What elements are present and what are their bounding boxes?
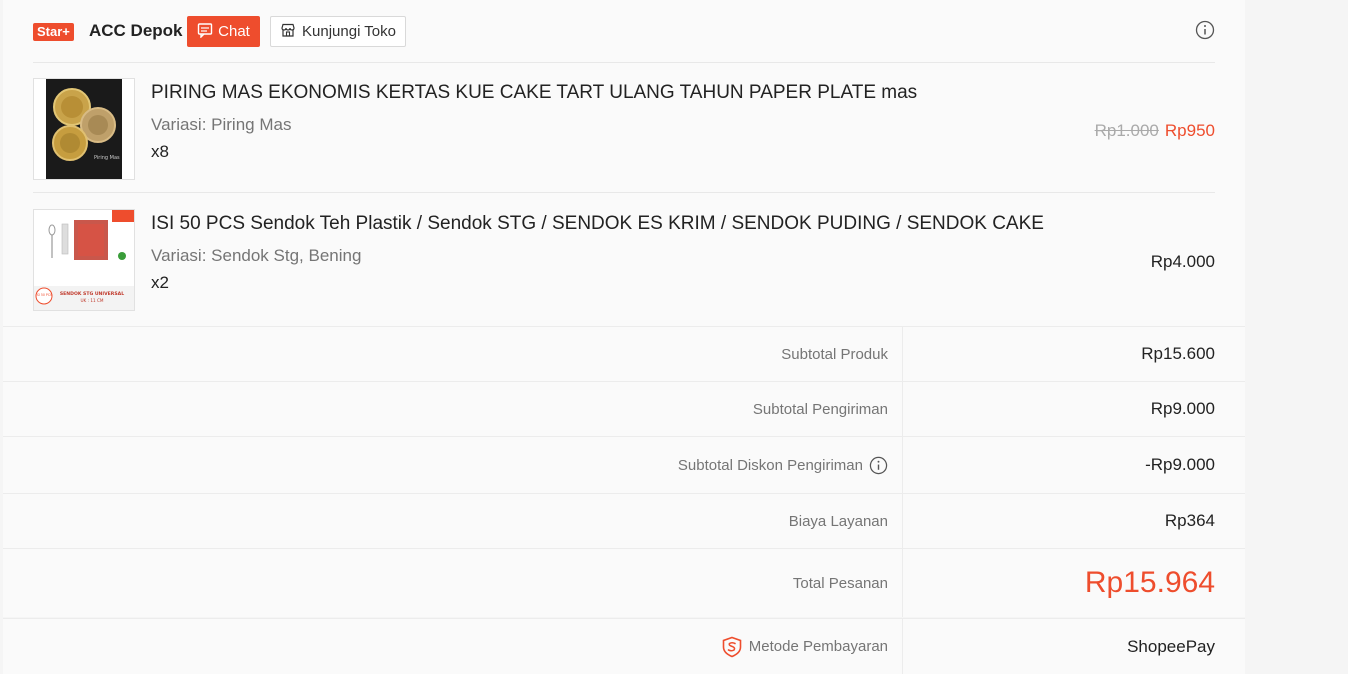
order-item[interactable]: Piring Mas PIRING MAS EKONOMIS KERTAS KU… bbox=[33, 63, 1215, 193]
summary-value: Rp15.600 bbox=[902, 327, 1245, 381]
order-summary: Subtotal Produk Rp15.600 Subtotal Pengir… bbox=[3, 326, 1245, 674]
summary-label: Total Pesanan bbox=[792, 574, 888, 592]
store-icon bbox=[280, 22, 296, 42]
summary-value: Rp9.000 bbox=[902, 382, 1245, 436]
product-variant: Variasi: Piring Mas bbox=[151, 115, 292, 134]
summary-label: Subtotal Diskon Pengiriman bbox=[677, 456, 863, 474]
product-quantity: x8 bbox=[151, 142, 169, 161]
summary-row-payment: Metode Pembayaran ShopeePay bbox=[3, 618, 1245, 674]
thumb-caption-top: ISI 50 PCS bbox=[36, 293, 52, 297]
summary-row-subtotal-pengiriman: Subtotal Pengiriman Rp9.000 bbox=[3, 381, 1245, 436]
summary-value: Rp364 bbox=[902, 494, 1245, 548]
summary-row-subtotal-produk: Subtotal Produk Rp15.600 bbox=[3, 326, 1245, 381]
summary-row-total: Total Pesanan Rp15.964 bbox=[3, 548, 1245, 617]
product-variant: Variasi: Sendok Stg, Bening bbox=[151, 246, 362, 265]
summary-label-wrap: Subtotal Diskon Pengiriman bbox=[3, 437, 902, 493]
order-total-value: Rp15.964 bbox=[902, 549, 1245, 617]
visit-shop-button[interactable]: Kunjungi Toko bbox=[270, 16, 406, 47]
info-icon[interactable] bbox=[1195, 20, 1215, 40]
product-price: Rp1.000 Rp950 bbox=[1095, 121, 1215, 141]
summary-label: Biaya Layanan bbox=[788, 512, 888, 530]
product-title[interactable]: ISI 50 PCS Sendok Teh Plastik / Sendok S… bbox=[151, 213, 1044, 235]
payment-method-value: ShopeePay bbox=[902, 619, 1245, 674]
summary-row-diskon-pengiriman: Subtotal Diskon Pengiriman -Rp9.000 bbox=[3, 436, 1245, 493]
summary-row-biaya-layanan: Biaya Layanan Rp364 bbox=[3, 493, 1245, 548]
product-quantity: x2 bbox=[151, 273, 169, 292]
summary-label: Subtotal Pengiriman bbox=[752, 400, 888, 418]
shop-header: Star+ ACC Depok Chat Kunjungi Toko bbox=[33, 15, 1215, 63]
chat-button[interactable]: Chat bbox=[187, 16, 260, 47]
original-price: Rp1.000 bbox=[1094, 121, 1159, 140]
info-icon[interactable] bbox=[869, 456, 888, 475]
order-item[interactable]: ISI 50 PCS SENDOK STG UNIVERSAL UK : 11 … bbox=[33, 194, 1215, 324]
summary-value: -Rp9.000 bbox=[902, 437, 1245, 493]
summary-label-wrap: Metode Pembayaran bbox=[3, 619, 902, 674]
price-value: Rp4.000 bbox=[1150, 252, 1215, 271]
shop-name[interactable]: ACC Depok bbox=[89, 21, 183, 41]
thumb-caption-sub: UK : 11 CM bbox=[80, 298, 103, 303]
summary-label: Metode Pembayaran bbox=[748, 638, 888, 655]
svg-text:Piring Mas: Piring Mas bbox=[94, 155, 120, 161]
summary-label: Subtotal Produk bbox=[781, 345, 888, 363]
product-thumbnail[interactable]: Piring Mas bbox=[33, 78, 135, 180]
star-plus-badge: Star+ bbox=[33, 23, 74, 41]
product-thumbnail[interactable]: ISI 50 PCS SENDOK STG UNIVERSAL UK : 11 … bbox=[33, 209, 135, 311]
visit-shop-label: Kunjungi Toko bbox=[302, 23, 396, 40]
discounted-price: Rp950 bbox=[1164, 121, 1215, 140]
product-title[interactable]: PIRING MAS EKONOMIS KERTAS KUE CAKE TART… bbox=[151, 82, 917, 104]
chat-icon bbox=[197, 22, 213, 42]
thumb-caption: SENDOK STG UNIVERSAL bbox=[60, 291, 124, 297]
product-price: Rp4.000 bbox=[1151, 252, 1215, 272]
shopee-shield-icon bbox=[721, 636, 743, 658]
chat-label: Chat bbox=[218, 23, 250, 40]
order-card: Star+ ACC Depok Chat Kunjungi Toko Pirin… bbox=[3, 0, 1245, 326]
